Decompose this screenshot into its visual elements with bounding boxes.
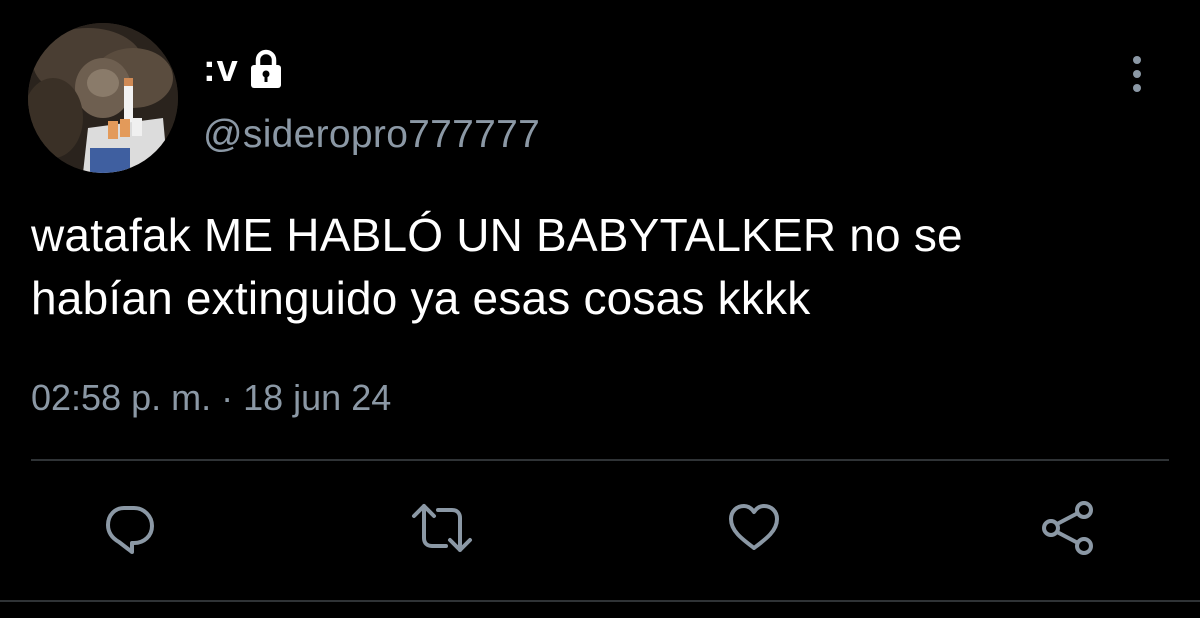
avatar[interactable]: [28, 23, 178, 173]
tweet-text-line: habían extinguido ya esas cosas kkkk: [31, 272, 811, 324]
like-button[interactable]: [722, 496, 786, 560]
lock-icon: [249, 49, 283, 89]
reply-icon: [106, 506, 154, 554]
more-vertical-icon[interactable]: [1120, 52, 1154, 98]
divider: [31, 459, 1169, 461]
timestamp-separator: ·: [211, 377, 244, 418]
share-button[interactable]: [1036, 496, 1100, 560]
share-icon: [1042, 501, 1093, 555]
heart-icon: [729, 504, 779, 550]
timestamp[interactable]: 02:58 p. m. · 18 jun 24: [31, 377, 391, 419]
display-name[interactable]: :v: [203, 48, 239, 91]
retweet-icon: [412, 504, 472, 552]
tweet-detail: :v @sideropro777777 watafak ME HABLÓ UN …: [0, 0, 1200, 618]
reply-button[interactable]: [98, 496, 162, 560]
display-name-row: :v: [203, 44, 283, 94]
action-bar: [0, 496, 1200, 560]
retweet-button[interactable]: [410, 496, 474, 560]
tweet-date: 18 jun 24: [243, 377, 392, 418]
avatar-image: [28, 23, 178, 173]
tweet-text: watafak ME HABLÓ UN BABYTALKER no se hab…: [31, 204, 1171, 330]
user-handle[interactable]: @sideropro777777: [203, 113, 540, 157]
tweet-text-line: watafak ME HABLÓ UN BABYTALKER no se: [31, 209, 963, 261]
tweet-time: 02:58 p. m.: [31, 377, 212, 418]
divider: [0, 600, 1200, 602]
